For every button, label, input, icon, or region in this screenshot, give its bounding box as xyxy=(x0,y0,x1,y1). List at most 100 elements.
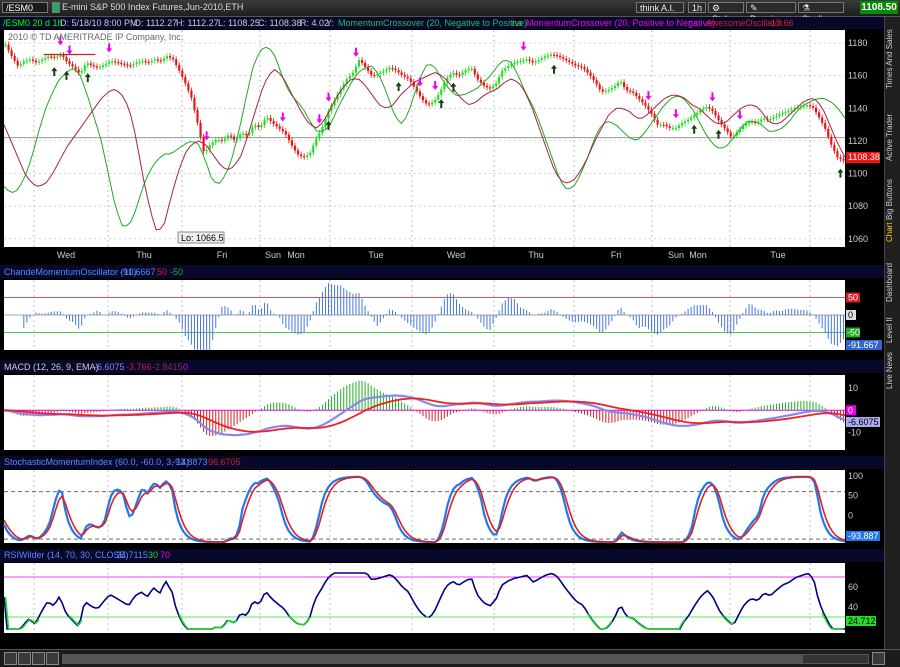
tab-dashboard[interactable]: Dashboard xyxy=(885,257,900,307)
candle-body xyxy=(111,61,113,62)
candle-body xyxy=(93,65,95,66)
price-tick-label: 1080 xyxy=(848,201,868,211)
price-header-field: O: 1112.27 xyxy=(134,18,177,28)
x-axis-day-label: Mon xyxy=(689,250,707,260)
candle-body xyxy=(590,73,592,77)
tab-live-news[interactable]: Live News xyxy=(885,351,900,391)
candle-body xyxy=(623,82,625,87)
candle-body xyxy=(120,63,122,64)
candle-body xyxy=(90,63,92,65)
x-axis-day-label: Tue xyxy=(770,250,785,260)
tab-chart[interactable]: Chart xyxy=(885,217,900,247)
candle-body xyxy=(586,69,588,72)
candle-body xyxy=(212,142,214,145)
smi-tick-label: 0 xyxy=(848,510,853,520)
candle-body xyxy=(349,76,351,79)
scroll-thumb[interactable] xyxy=(63,655,803,663)
tab-times-and-sales[interactable]: Times And Sales xyxy=(885,21,900,97)
candle-body xyxy=(513,63,515,65)
panel-2-bg xyxy=(4,375,845,450)
candle-body xyxy=(635,93,637,96)
macd-zero-label: 0 xyxy=(848,405,853,415)
rsi-oversold-segment xyxy=(627,617,630,618)
macd-tick-label: 10 xyxy=(848,383,858,393)
candle-body xyxy=(519,61,521,62)
candle-body xyxy=(522,60,524,61)
candle-body xyxy=(132,64,134,66)
price-tick-label: 1100 xyxy=(848,169,867,179)
candle-body xyxy=(791,109,793,111)
candle-body xyxy=(675,128,677,129)
candle-body xyxy=(550,55,552,56)
candle-body xyxy=(254,125,256,127)
macd-tick-label: -10 xyxy=(848,427,861,437)
tab-level-ii[interactable]: Level II xyxy=(885,313,900,347)
candle-body xyxy=(114,61,116,62)
candle-body xyxy=(300,154,302,156)
chart-area[interactable]: 1060108011001120114011601180Lo: 1066.511… xyxy=(0,0,884,649)
candle-body xyxy=(178,65,180,71)
candle-body xyxy=(596,80,598,84)
candle-body xyxy=(257,125,259,127)
price-header-field: L: 1108.25 xyxy=(218,18,260,28)
reset-icon[interactable] xyxy=(32,652,45,665)
candle-body xyxy=(748,122,750,124)
candle-body xyxy=(373,75,375,76)
candle-body xyxy=(681,123,683,125)
candle-body xyxy=(285,131,287,134)
cmo-upper-label: 50 xyxy=(848,293,858,303)
candle-body xyxy=(227,135,229,138)
panel-3-bg xyxy=(4,470,845,543)
x-axis-day-label: Wed xyxy=(447,250,465,260)
candle-body xyxy=(172,58,174,60)
price-header-field: R: 4.02 xyxy=(300,18,329,28)
candle-body xyxy=(516,62,518,63)
candle-body xyxy=(468,69,470,71)
candle-body xyxy=(507,66,509,68)
candle-body xyxy=(297,150,299,154)
time-scrollbar[interactable] xyxy=(62,654,869,664)
candle-body xyxy=(175,59,177,65)
candle-body xyxy=(666,125,668,127)
candle-body xyxy=(489,87,491,88)
candle-body xyxy=(434,100,436,103)
candle-body xyxy=(580,66,582,67)
candle-body xyxy=(221,140,223,141)
candle-body xyxy=(410,78,412,82)
candle-body xyxy=(458,75,460,76)
candle-body xyxy=(647,106,649,110)
settings-icon[interactable] xyxy=(46,652,59,665)
candle-body xyxy=(315,138,317,145)
candle-body xyxy=(163,58,165,60)
rsi-oversold-segment xyxy=(298,624,301,625)
candle-body xyxy=(401,72,403,74)
candle-body xyxy=(267,118,269,120)
candle-body xyxy=(788,111,790,112)
candle-body xyxy=(242,134,244,135)
cmo-header: ChandeMomentumOscillator (10) xyxy=(4,267,137,277)
candle-body xyxy=(166,56,168,58)
candle-body xyxy=(184,77,186,83)
candle-body xyxy=(44,58,46,60)
x-axis-day-label: Thu xyxy=(136,250,152,260)
price-header-field: MomentumCrossover (20, Negative to Posit… xyxy=(338,18,527,28)
candle-body xyxy=(105,64,107,66)
candle-body xyxy=(577,65,579,66)
candle-body xyxy=(455,73,457,75)
candle-body xyxy=(660,125,662,126)
grid-icon[interactable] xyxy=(4,652,17,665)
price-header-field: na xyxy=(512,18,522,28)
candle-body xyxy=(99,67,101,68)
candle-body xyxy=(422,96,424,100)
scroll-right-icon[interactable] xyxy=(872,652,885,665)
bottom-toolbar xyxy=(0,649,900,667)
candle-body xyxy=(641,99,643,102)
rsi-oversold-segment xyxy=(228,621,231,622)
cmo-zero-label: 0 xyxy=(848,310,853,320)
candle-body xyxy=(324,119,326,127)
zoom-icon[interactable] xyxy=(18,652,31,665)
candle-body xyxy=(4,45,6,46)
candle-body xyxy=(763,118,765,119)
tab-active-trader[interactable]: Active Trader xyxy=(885,105,900,169)
candle-body xyxy=(696,113,698,115)
